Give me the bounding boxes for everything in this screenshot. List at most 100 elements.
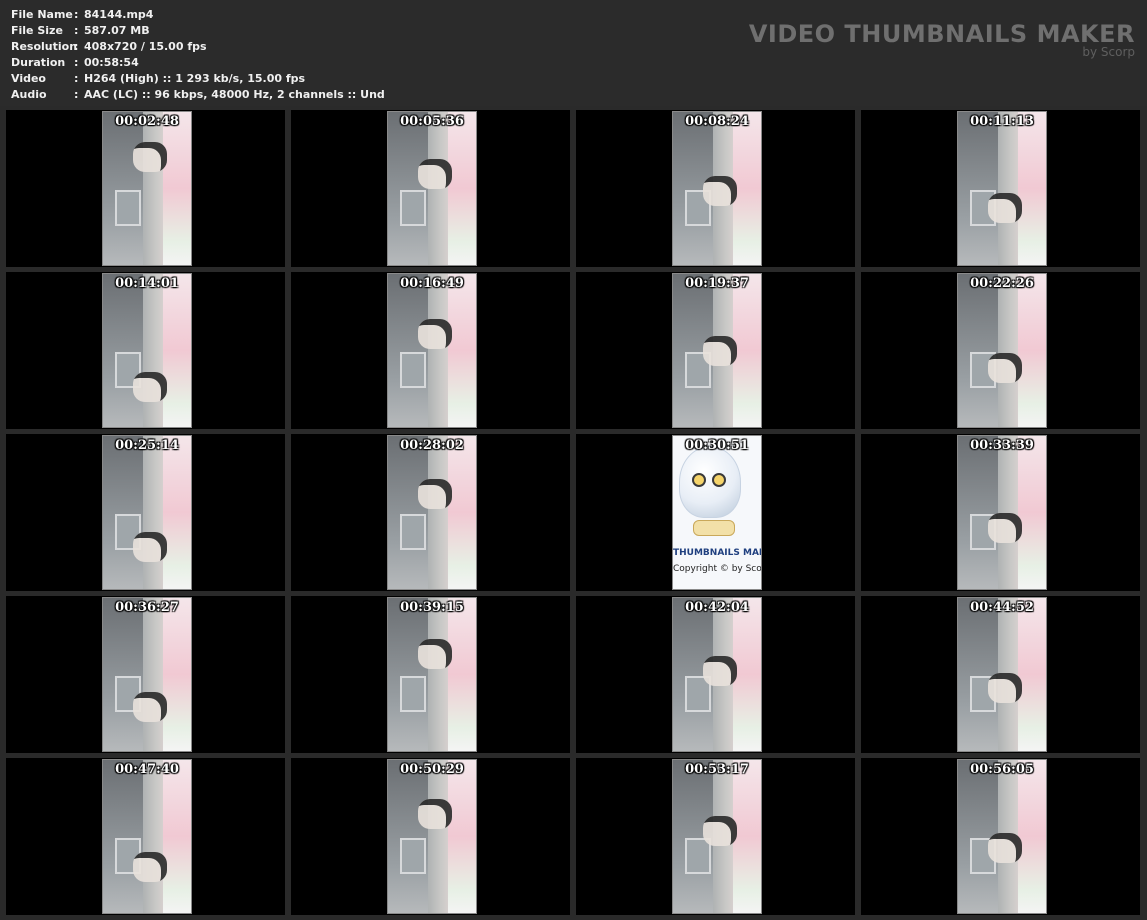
frame-window: [400, 838, 426, 874]
frame-figure: [418, 639, 452, 669]
thumbnail-tile: 00:47:40: [6, 758, 285, 915]
timestamp-label: 00:44:52: [970, 600, 1034, 615]
frame-figure: [133, 852, 167, 882]
video-frame: [957, 435, 1047, 590]
meta-value: 00:58:54: [84, 56, 139, 69]
frame-figure: [988, 193, 1022, 223]
owl-logo-icon: [679, 446, 741, 518]
meta-separator: :: [74, 40, 79, 53]
frame-figure: [703, 656, 737, 686]
brand-title: VIDEO THUMBNAILS MAKER: [748, 20, 1135, 48]
thumbnail-tile: 00:53:17: [576, 758, 855, 915]
video-frame: [387, 111, 477, 266]
thumbnail-tile: 00:25:14: [6, 434, 285, 591]
meta-row-file-name: File Name : 84144.mp4: [11, 7, 385, 23]
thumbnail-tile: 00:42:04: [576, 596, 855, 753]
frame-wall: [103, 436, 143, 589]
frame-wall: [388, 112, 428, 265]
timestamp-label: 00:05:36: [400, 114, 464, 129]
thumbnail-grid: 00:02:48 00:05:36 00:08:24 00:11:13 00:14:01…: [6, 110, 1142, 916]
timestamp-label: 00:08:24: [685, 114, 749, 129]
frame-window: [400, 514, 426, 550]
frame-figure: [418, 799, 452, 829]
frame-wall: [388, 598, 428, 751]
frame-wall: [958, 436, 998, 589]
video-frame: [387, 435, 477, 590]
timestamp-label: 00:28:02: [400, 438, 464, 453]
frame-wall: [103, 112, 143, 265]
timestamp-label: 00:36:27: [115, 600, 179, 615]
info-header: File Name : 84144.mp4 File Size : 587.07…: [0, 0, 1147, 106]
scroll-icon: [693, 520, 735, 536]
timestamp-label: 00:22:26: [970, 276, 1034, 291]
meta-key: Resolution: [11, 40, 78, 53]
frame-bed: [448, 598, 476, 751]
meta-value: 84144.mp4: [84, 8, 154, 21]
frame-figure: [988, 513, 1022, 543]
video-frame: [387, 273, 477, 428]
timestamp-label: 00:47:40: [115, 762, 179, 777]
frame-window: [115, 190, 141, 226]
frame-window: [400, 676, 426, 712]
thumbnail-tile: 00:50:29: [291, 758, 570, 915]
video-frame: [387, 759, 477, 914]
video-frame: [102, 597, 192, 752]
frame-wall: [103, 598, 143, 751]
thumbnail-tile: 00:14:01: [6, 272, 285, 429]
frame-wall: [388, 274, 428, 427]
thumbnail-tile: 00:44:52: [861, 596, 1140, 753]
timestamp-label: 00:11:13: [970, 114, 1034, 129]
meta-row-video: Video : H264 (High) :: 1 293 kb/s, 15.00…: [11, 71, 385, 87]
thumbnail-tile: 00:36:27: [6, 596, 285, 753]
thumbnail-tile: 00:39:15: [291, 596, 570, 753]
video-frame: [672, 597, 762, 752]
timestamp-label: 00:02:48: [115, 114, 179, 129]
frame-wall: [958, 274, 998, 427]
timestamp-label: 00:19:37: [685, 276, 749, 291]
thumbnail-tile: 00:11:13: [861, 110, 1140, 267]
frame-figure: [418, 479, 452, 509]
frame-figure: [703, 176, 737, 206]
thumbnail-tile: 00:33:39: [861, 434, 1140, 591]
frame-bed: [163, 598, 191, 751]
frame-bed: [448, 274, 476, 427]
frame-wall: [958, 112, 998, 265]
frame-bed: [448, 112, 476, 265]
frame-figure: [133, 692, 167, 722]
frame-figure: [133, 142, 167, 172]
frame-bed: [448, 436, 476, 589]
video-frame: [672, 273, 762, 428]
video-frame: [957, 597, 1047, 752]
frame-figure: [988, 353, 1022, 383]
frame-wall: [103, 760, 143, 913]
video-frame: [387, 597, 477, 752]
meta-separator: :: [74, 56, 79, 69]
frame-bed: [733, 274, 761, 427]
thumbnail-tile: 00:02:48: [6, 110, 285, 267]
owl-eye-icon: [692, 473, 706, 487]
meta-separator: :: [74, 8, 79, 21]
thumbnail-tile: THUMBNAILS MAKER 8 Copyright © by Scorp (…: [576, 434, 855, 591]
video-frame: [102, 759, 192, 914]
thumbnail-tile: 00:22:26: [861, 272, 1140, 429]
frame-bed: [1018, 760, 1046, 913]
timestamp-label: 00:33:39: [970, 438, 1034, 453]
file-metadata: File Name : 84144.mp4 File Size : 587.07…: [11, 7, 385, 103]
video-frame: [957, 111, 1047, 266]
timestamp-label: 00:16:49: [400, 276, 464, 291]
video-frame: [957, 273, 1047, 428]
frame-bed: [1018, 436, 1046, 589]
meta-separator: :: [74, 24, 79, 37]
video-frame: [957, 759, 1047, 914]
meta-key: File Name: [11, 8, 73, 21]
timestamp-label: 00:50:29: [400, 762, 464, 777]
timestamp-label: 00:30:51: [685, 438, 749, 453]
frame-bed: [1018, 112, 1046, 265]
frame-wall: [388, 436, 428, 589]
frame-bed: [163, 760, 191, 913]
timestamp-label: 00:39:15: [400, 600, 464, 615]
watermark-frame: THUMBNAILS MAKER 8 Copyright © by Scorp (…: [672, 435, 762, 590]
meta-row-audio: Audio : AAC (LC) :: 96 kbps, 48000 Hz, 2…: [11, 87, 385, 103]
frame-bed: [733, 598, 761, 751]
timestamp-label: 00:56:05: [970, 762, 1034, 777]
